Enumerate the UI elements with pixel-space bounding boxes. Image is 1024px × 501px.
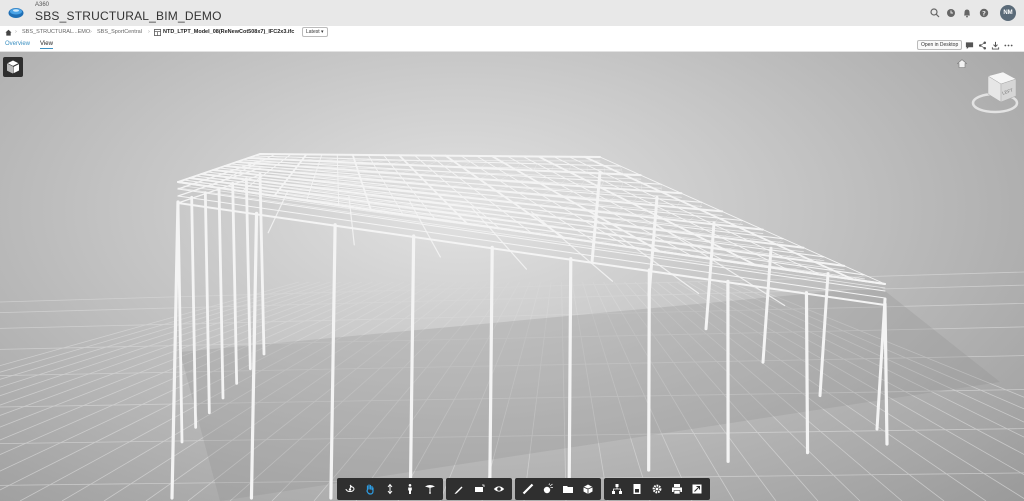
comment-icon[interactable] (965, 41, 974, 50)
home-breadcrumb-icon[interactable] (5, 29, 12, 36)
camera-button[interactable] (420, 480, 440, 498)
breadcrumb: › SBS_STRUCTURAL...EMO › SBS_SportCentra… (0, 26, 1024, 39)
tab-overview[interactable]: Overview (5, 41, 30, 47)
first-person-button[interactable] (400, 480, 420, 498)
model-structure-icon (583, 484, 593, 494)
chevron-down-icon: ▾ (321, 29, 324, 35)
breadcrumb-separator: › (90, 29, 92, 35)
visibility-icon (493, 486, 505, 492)
explode-icon (543, 483, 553, 494)
breadcrumb-current-file: NTD_LTPT_Model_08(ReNewCot508x7)_IFC2x3.… (163, 29, 295, 35)
clock-icon[interactable] (946, 8, 956, 18)
project-title: SBS_STRUCTURAL_BIM_DEMO (35, 9, 222, 23)
measure-icon (522, 483, 534, 495)
section-icon (475, 484, 485, 492)
open-in-desktop-button[interactable]: Open in Desktop (917, 40, 963, 50)
cube-icon (6, 60, 20, 74)
markup-button[interactable] (449, 480, 469, 498)
3d-viewer-canvas[interactable]: LEFT (0, 52, 1024, 501)
viewcube[interactable]: LEFT (970, 68, 1020, 118)
svg-text:?: ? (982, 9, 986, 17)
notification-bell-icon[interactable] (962, 8, 972, 18)
help-icon[interactable]: ? (979, 8, 989, 18)
pan-button[interactable] (360, 480, 380, 498)
explode-button[interactable] (538, 480, 558, 498)
breadcrumb-item[interactable]: SBS_SportCentral (97, 29, 142, 35)
breadcrumb-separator: › (15, 29, 17, 35)
structural-model-scene (0, 153, 1024, 501)
search-icon[interactable] (930, 8, 940, 18)
navigation-tools-group (337, 478, 443, 500)
model-browser-button[interactable] (3, 57, 23, 77)
share-icon[interactable] (978, 41, 987, 50)
more-options-icon[interactable] (1004, 41, 1013, 50)
settings-icon (633, 484, 641, 494)
camera-icon (425, 485, 435, 494)
settings-button[interactable] (647, 480, 667, 498)
markup-tools-group (446, 478, 512, 500)
zoom-icon (387, 483, 393, 495)
orbit-button[interactable] (340, 480, 360, 498)
version-value: Latest (306, 29, 320, 35)
print-icon (672, 484, 682, 495)
zoom-button[interactable] (380, 480, 400, 498)
visibility-button[interactable] (489, 480, 509, 498)
folder-icon (563, 486, 573, 493)
print-button[interactable] (667, 480, 687, 498)
version-dropdown[interactable]: Latest ▾ (302, 27, 328, 37)
document-browser-button[interactable] (558, 480, 578, 498)
fullscreen-icon (692, 484, 702, 494)
a360-logo-icon[interactable] (8, 6, 24, 19)
pan-icon (366, 484, 374, 495)
properties-icon (612, 484, 622, 494)
breadcrumb-item[interactable]: SBS_STRUCTURAL...EMO (22, 29, 90, 35)
viewer-toolbar (337, 478, 710, 500)
fullscreen-button[interactable] (687, 480, 707, 498)
tabs-bar: Overview View Open in Desktop (0, 39, 1024, 52)
breadcrumb-separator: › (148, 29, 150, 35)
app-name: A360 (35, 2, 50, 8)
first-person-icon (408, 484, 412, 494)
tab-view[interactable]: View (40, 41, 53, 49)
section-button[interactable] (469, 480, 489, 498)
model-settings-button[interactable] (627, 480, 647, 498)
model-shadow (180, 287, 1000, 501)
analysis-tools-group (515, 478, 601, 500)
orbit-icon (345, 484, 355, 492)
model-structure-button[interactable] (578, 480, 598, 498)
measure-button[interactable] (518, 480, 538, 498)
app-header: A360 SBS_STRUCTURAL_BIM_DEMO ? NM (0, 0, 1024, 26)
home-view-icon[interactable] (957, 59, 967, 68)
user-avatar[interactable]: NM (1000, 5, 1016, 21)
properties-button[interactable] (607, 480, 627, 498)
gear-icon (652, 484, 662, 494)
markup-icon (454, 486, 463, 494)
file-icon (154, 29, 161, 36)
download-icon[interactable] (991, 41, 1000, 50)
settings-tools-group (604, 478, 710, 500)
